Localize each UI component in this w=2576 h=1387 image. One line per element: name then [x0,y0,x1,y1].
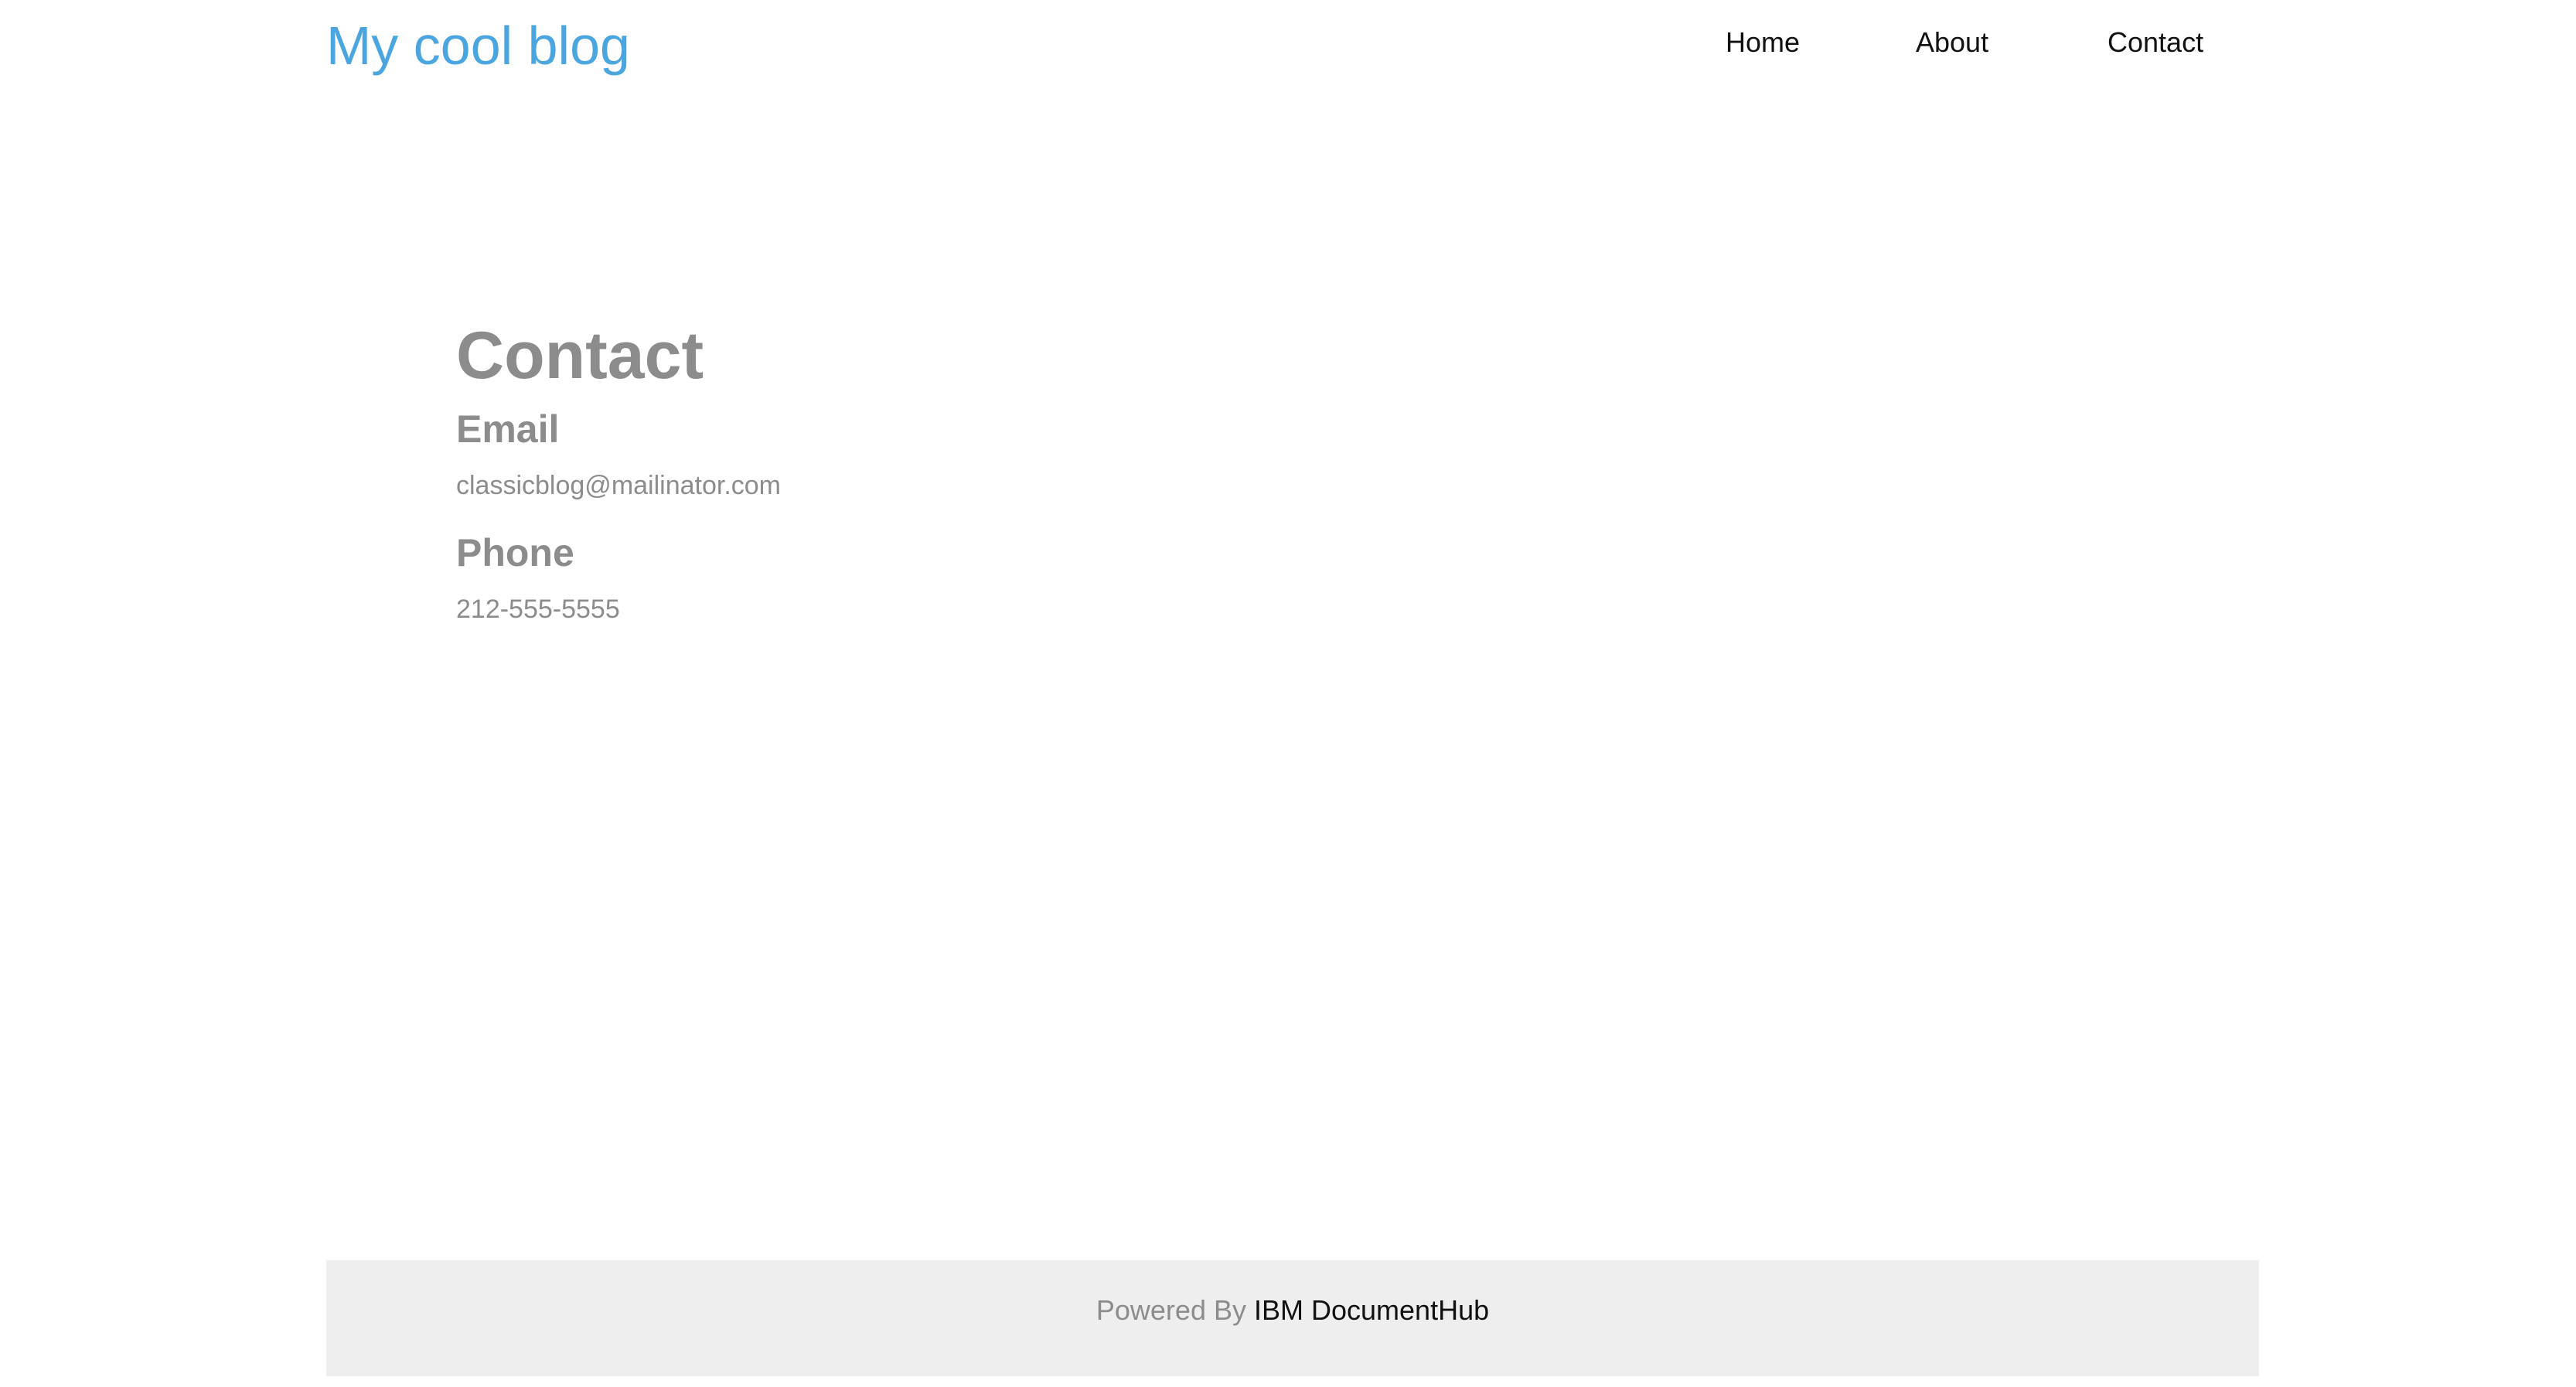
email-value: classicblog@mailinator.com [456,471,782,500]
footer-documenthub-link[interactable]: IBM DocumentHub [1254,1294,1489,1326]
site-footer: Powered By IBM DocumentHub [326,1260,2259,1376]
email-section: Email classicblog@mailinator.com [456,402,1693,504]
main-nav: Home About Contact [0,22,2576,63]
nav-contact-link[interactable]: Contact [2107,22,2203,63]
footer-text: Powered By IBM DocumentHub [326,1290,2259,1331]
phone-section: Phone 212-555-5555 [456,526,1693,628]
footer-powered-by: Powered By [1095,1294,1246,1326]
phone-value: 212-555-5555 [456,595,620,624]
nav-about-link[interactable]: About [1916,22,1988,63]
page: My cool blog Home About Contact Contact … [0,0,2576,1387]
nav-home-link[interactable]: Home [1726,22,1800,63]
main-content: Contact Email classicblog@mailinator.com… [456,309,1693,628]
phone-heading: Phone [456,531,574,574]
email-heading: Email [456,407,560,451]
page-title: Contact [456,319,704,393]
